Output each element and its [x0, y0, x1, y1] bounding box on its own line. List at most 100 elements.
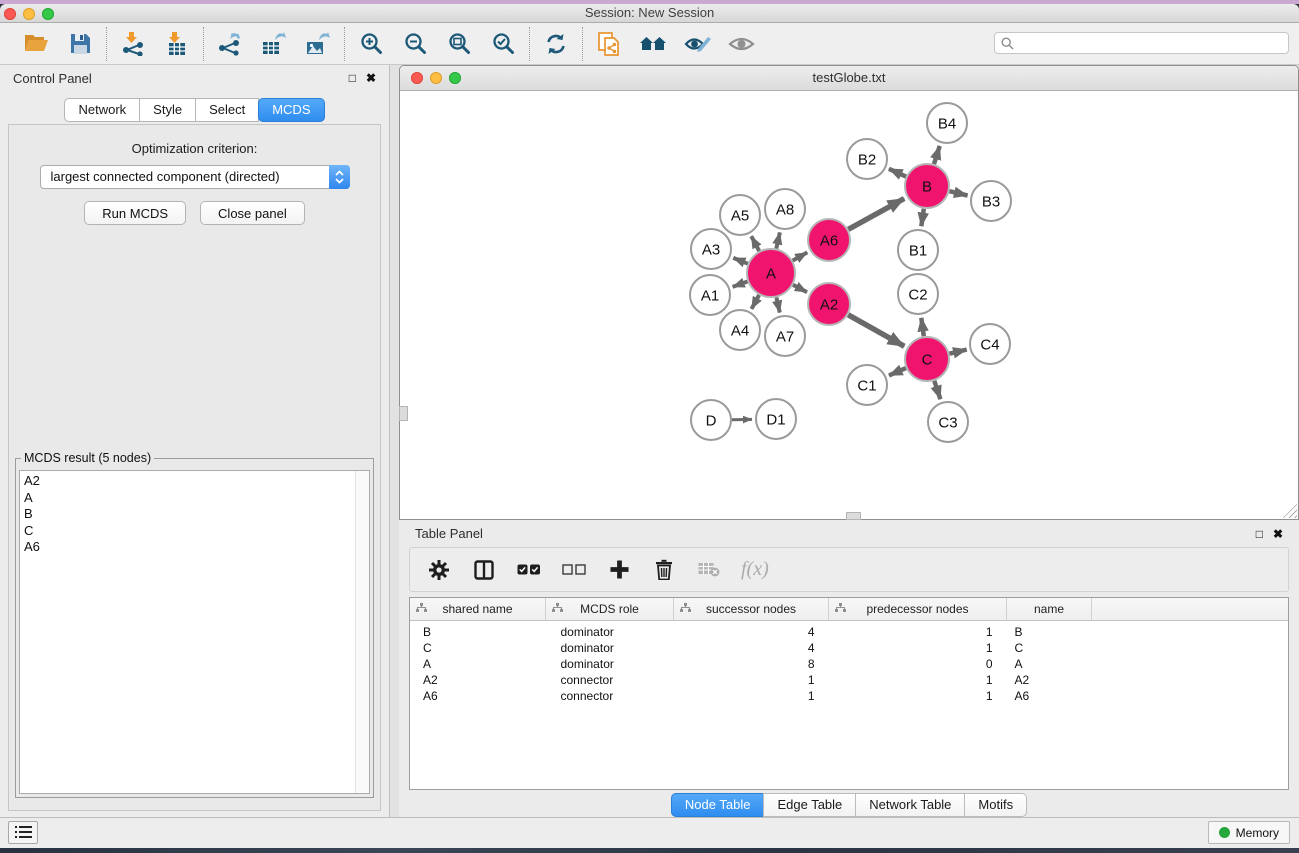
graph-edge-C-C4[interactable]	[949, 350, 966, 354]
graph-edge-B-B3[interactable]	[949, 191, 967, 195]
import-table-button[interactable]	[162, 29, 192, 59]
search-input[interactable]	[1018, 35, 1282, 51]
cell[interactable]: A2	[1007, 672, 1092, 688]
delete-table-button[interactable]	[696, 557, 722, 583]
network-window-titlebar[interactable]: testGlobe.txt	[400, 66, 1298, 91]
deselect-all-button[interactable]	[561, 557, 587, 583]
cell[interactable]: 1	[829, 640, 1007, 656]
graph-edge-A-A1[interactable]	[733, 282, 748, 287]
mcds-result-item[interactable]: C	[20, 523, 369, 540]
network-minimize-button[interactable]	[430, 72, 442, 84]
hide-graphics-details-button[interactable]	[682, 29, 712, 59]
close-table-panel-icon[interactable]: ✖	[1273, 528, 1283, 540]
close-window-button[interactable]	[4, 8, 16, 20]
graph-node-B[interactable]: B	[905, 164, 949, 208]
graph-edge-A-A2[interactable]	[793, 285, 807, 292]
clone-network-button[interactable]	[594, 29, 624, 59]
mcds-result-item[interactable]: A2	[20, 473, 369, 490]
export-network-button[interactable]	[215, 29, 245, 59]
cell[interactable]: A6	[410, 688, 546, 704]
run-mcds-button[interactable]: Run MCDS	[84, 201, 186, 225]
tab-network-table[interactable]: Network Table	[855, 793, 965, 817]
zoom-window-button[interactable]	[42, 8, 54, 20]
graph-node-A[interactable]: A	[747, 249, 795, 297]
network-canvas[interactable]: B4B2BB3A8A5A6A3B1AC2A1A2A4A7C4CC1DD1C3	[400, 91, 1298, 519]
cell[interactable]: A2	[410, 672, 546, 688]
float-table-panel-icon[interactable]: □	[1256, 528, 1263, 540]
graph-node-B2[interactable]: B2	[847, 139, 887, 179]
cell[interactable]: A	[1007, 656, 1092, 672]
criterion-select[interactable]: largest connected component (directed)	[40, 165, 350, 189]
column-header-successor-nodes[interactable]: successor nodes	[674, 598, 829, 621]
table-settings-button[interactable]	[426, 557, 452, 583]
tab-style[interactable]: Style	[139, 98, 196, 122]
graph-edge-A2-C[interactable]	[848, 315, 904, 347]
mcds-result-item[interactable]: A	[20, 490, 369, 507]
cell[interactable]: A6	[1007, 688, 1092, 704]
table-row[interactable]: Adominator80A	[410, 656, 1288, 672]
graph-node-A1[interactable]: A1	[690, 275, 730, 315]
show-graphics-details-button[interactable]	[726, 29, 756, 59]
cell[interactable]: 1	[674, 672, 829, 688]
cell[interactable]: 1	[674, 688, 829, 704]
export-image-button[interactable]	[303, 29, 333, 59]
app-titlebar[interactable]: Session: New Session	[0, 4, 1299, 23]
function-builder-button[interactable]: f(x)	[741, 558, 769, 581]
cell[interactable]: dominator	[546, 621, 674, 641]
graph-edge-A-A6[interactable]	[793, 252, 808, 260]
graph-node-C[interactable]: C	[905, 337, 949, 381]
graph-node-C4[interactable]: C4	[970, 324, 1010, 364]
zoom-selected-button[interactable]	[488, 29, 518, 59]
graph-edge-C-C1[interactable]	[889, 368, 906, 375]
cell[interactable]: connector	[546, 688, 674, 704]
cell[interactable]: 4	[674, 621, 829, 641]
bottom-scrollbar-handle[interactable]	[846, 512, 861, 520]
table-row[interactable]: A2connector11A2	[410, 672, 1288, 688]
column-header-predecessor-nodes[interactable]: predecessor nodes	[829, 598, 1007, 621]
delete-column-button[interactable]	[651, 557, 677, 583]
graph-node-A7[interactable]: A7	[765, 316, 805, 356]
cell[interactable]: dominator	[546, 656, 674, 672]
mcds-result-scrollbar[interactable]	[355, 471, 369, 793]
tab-node-table[interactable]: Node Table	[671, 793, 765, 817]
zoom-out-button[interactable]	[400, 29, 430, 59]
refresh-button[interactable]	[541, 29, 571, 59]
select-all-button[interactable]	[516, 557, 542, 583]
graph-node-C2[interactable]: C2	[898, 274, 938, 314]
import-network-button[interactable]	[118, 29, 148, 59]
cell[interactable]: 4	[674, 640, 829, 656]
mcds-result-list[interactable]: A2ABCA6	[19, 470, 370, 794]
cell[interactable]: C	[1007, 640, 1092, 656]
memory-button[interactable]: Memory	[1208, 821, 1290, 844]
cell[interactable]: A	[410, 656, 546, 672]
cell[interactable]: 1	[829, 672, 1007, 688]
close-mcds-panel-button[interactable]: Close panel	[200, 201, 305, 225]
tab-mcds[interactable]: MCDS	[258, 98, 324, 122]
graph-node-D1[interactable]: D1	[756, 399, 796, 439]
graph-node-A2[interactable]: A2	[808, 283, 850, 325]
cell[interactable]: dominator	[546, 640, 674, 656]
show-columns-button[interactable]	[471, 557, 497, 583]
column-header-shared-name[interactable]: shared name	[410, 598, 546, 621]
tab-select[interactable]: Select	[195, 98, 259, 122]
graph-node-A8[interactable]: A8	[765, 189, 805, 229]
create-column-button[interactable]	[606, 557, 632, 583]
float-panel-icon[interactable]: □	[349, 72, 356, 84]
zoom-fit-button[interactable]	[444, 29, 474, 59]
mcds-result-item[interactable]: B	[20, 506, 369, 523]
graph-node-C3[interactable]: C3	[928, 402, 968, 442]
cell[interactable]: 0	[829, 656, 1007, 672]
network-zoom-button[interactable]	[449, 72, 461, 84]
graph-node-B3[interactable]: B3	[971, 181, 1011, 221]
save-session-button[interactable]	[65, 29, 95, 59]
graph-node-D[interactable]: D	[691, 400, 731, 440]
graph-node-B4[interactable]: B4	[927, 103, 967, 143]
graph-edge-A6-B[interactable]	[848, 199, 904, 230]
table-row[interactable]: Bdominator41B	[410, 621, 1288, 641]
graph-node-A3[interactable]: A3	[691, 229, 731, 269]
minimize-window-button[interactable]	[23, 8, 35, 20]
network-close-button[interactable]	[411, 72, 423, 84]
graph-edge-B-B2[interactable]	[889, 169, 906, 177]
export-table-button[interactable]	[259, 29, 289, 59]
cell[interactable]: B	[1007, 621, 1092, 641]
